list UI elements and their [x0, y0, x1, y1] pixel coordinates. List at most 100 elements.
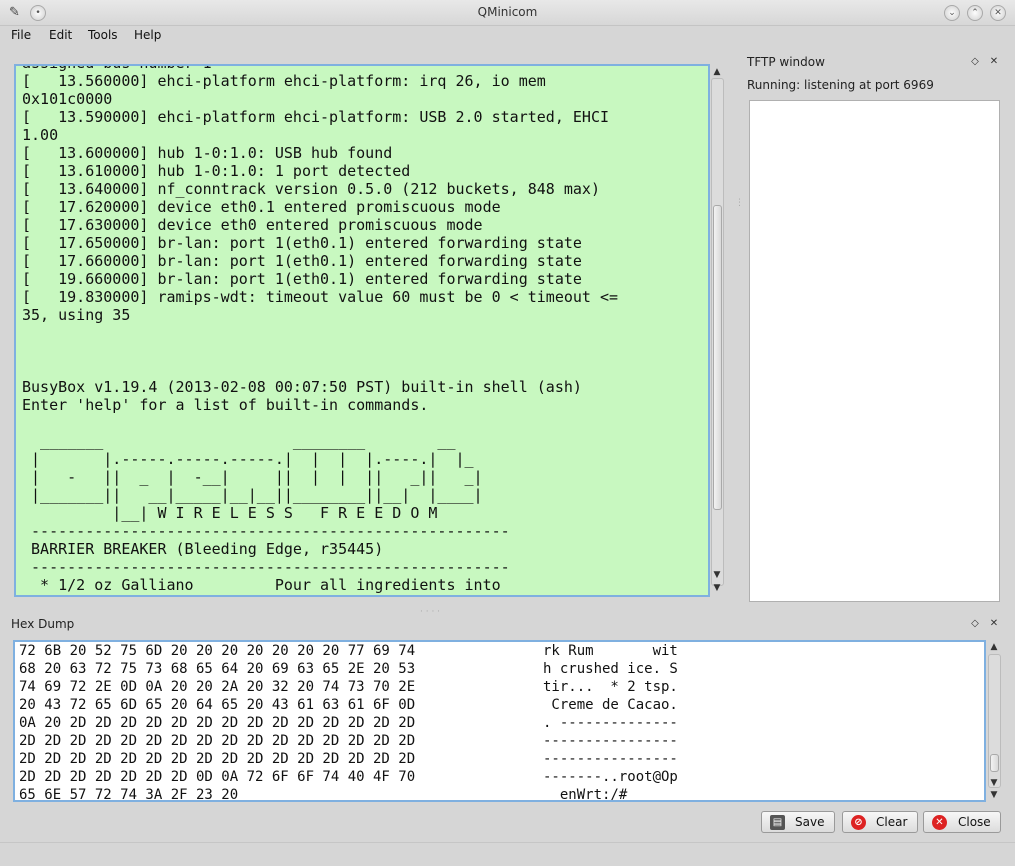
hex-ascii: h crushed ice. S	[543, 661, 678, 677]
save-button-label: Save	[795, 815, 825, 829]
hex-row: 2D 2D 2D 2D 2D 2D 2D 2D 2D 2D 2D 2D 2D 2…	[19, 732, 678, 750]
status-bar	[0, 842, 1015, 866]
terminal-line: [ 13.640000] nf_conntrack version 0.5.0 …	[22, 180, 600, 198]
terminal-line: [ 19.660000] br-lan: port 1(eth0.1) ente…	[22, 270, 582, 288]
scroll-down-icon[interactable]: ▼	[987, 789, 1001, 801]
terminal-line: ----------------------------------------…	[22, 558, 510, 576]
hex-dump-title: Hex Dump	[11, 617, 75, 631]
terminal-line: [ 19.830000] ramips-wdt: timeout value 6…	[22, 288, 619, 306]
hex-ascii: ----------------	[543, 751, 678, 767]
terminal-line: * 1/2 oz Galliano Pour all ingredients i…	[22, 576, 501, 594]
terminal-scrollbar[interactable]	[711, 78, 724, 586]
terminal-output[interactable]: assigned bus number 1[ 13.560000] ehci-p…	[22, 66, 708, 594]
hex-ascii: enWrt:/#	[543, 787, 628, 802]
hex-bytes: 74 69 72 2E 0D 0A 20 20 2A 20 32 20 74 7…	[19, 679, 416, 695]
scroll-down-icon[interactable]: ▼	[987, 777, 1001, 789]
terminal-line: BusyBox v1.19.4 (2013-02-08 00:07:50 PST…	[22, 378, 582, 396]
hex-row: 2D 2D 2D 2D 2D 2D 2D 2D 2D 2D 2D 2D 2D 2…	[19, 750, 678, 768]
hex-row: 2D 2D 2D 2D 2D 2D 2D 0D 0A 72 6F 6F 74 4…	[19, 768, 678, 786]
terminal-line: 1.00	[22, 126, 59, 144]
terminal-line: ----------------------------------------…	[22, 522, 510, 540]
terminal-line: 35, using 35	[22, 306, 131, 324]
hex-bytes: 68 20 63 72 75 73 68 65 64 20 69 63 65 2…	[19, 661, 416, 677]
scroll-down-icon[interactable]: ▼	[710, 569, 724, 581]
scroll-up-icon[interactable]: ▲	[710, 66, 724, 78]
close-button[interactable]: ✕ Close	[923, 811, 1001, 833]
hex-row: 68 20 63 72 75 73 68 65 64 20 69 63 65 2…	[19, 660, 678, 678]
float-icon[interactable]: ◇	[969, 56, 981, 68]
hex-ascii: rk Rum wit	[543, 643, 678, 659]
terminal-line: Enter 'help' for a list of built-in comm…	[22, 396, 429, 414]
hex-ascii: ----------------	[543, 733, 678, 749]
hex-bytes: 2D 2D 2D 2D 2D 2D 2D 0D 0A 72 6F 6F 74 4…	[19, 769, 416, 785]
tftp-log-area[interactable]	[749, 100, 1000, 602]
hex-dump-panel[interactable]: 72 6B 20 52 75 6D 20 20 20 20 20 20 20 7…	[13, 640, 986, 802]
menu-file[interactable]: File	[11, 28, 31, 42]
hex-bytes: 72 6B 20 52 75 6D 20 20 20 20 20 20 20 7…	[19, 643, 416, 659]
terminal-line: _______ ________ __	[22, 432, 456, 450]
scroll-up-icon[interactable]: ▲	[987, 641, 1001, 653]
hex-row: 0A 20 2D 2D 2D 2D 2D 2D 2D 2D 2D 2D 2D 2…	[19, 714, 678, 732]
terminal-line: | - || _ | -__| || | | || _|| _|	[22, 468, 483, 486]
terminal-line: [ 17.620000] device eth0.1 entered promi…	[22, 198, 501, 216]
hex-row: 65 6E 57 72 74 3A 2F 23 20 enWrt:/#	[19, 786, 678, 802]
floppy-disk-icon: ▤	[770, 815, 785, 830]
hex-ascii: Creme de Cacao.	[543, 697, 678, 713]
terminal-line: [ 13.610000] hub 1-0:1.0: 1 port detecte…	[22, 162, 411, 180]
close-icon[interactable]: ✕	[990, 5, 1006, 21]
terminal-line: BARRIER BREAKER (Bleeding Edge, r35445)	[22, 540, 384, 558]
terminal-panel[interactable]: assigned bus number 1[ 13.560000] ehci-p…	[14, 64, 710, 597]
save-button[interactable]: ▤ Save	[761, 811, 835, 833]
hex-scrollbar-thumb[interactable]	[990, 754, 999, 772]
hex-bytes: 2D 2D 2D 2D 2D 2D 2D 2D 2D 2D 2D 2D 2D 2…	[19, 751, 416, 767]
terminal-line: [ 17.660000] br-lan: port 1(eth0.1) ente…	[22, 252, 582, 270]
terminal-line: |_______|| __|_____|__|__||________||__|…	[22, 486, 483, 504]
close-icon[interactable]: ✕	[988, 618, 1000, 630]
menu-bar: File Edit Tools Help	[0, 26, 1015, 46]
hex-ascii: tir... * 2 tsp.	[543, 679, 678, 695]
hex-bytes: 2D 2D 2D 2D 2D 2D 2D 2D 2D 2D 2D 2D 2D 2…	[19, 733, 416, 749]
tftp-dock: TFTP window ◇ ✕ Running: listening at po…	[742, 52, 1007, 608]
hex-row: 20 43 72 65 6D 65 20 64 65 20 43 61 63 6…	[19, 696, 678, 714]
terminal-scrollbar-thumb[interactable]	[713, 205, 722, 510]
hex-dump-lines: 72 6B 20 52 75 6D 20 20 20 20 20 20 20 7…	[19, 642, 678, 802]
scroll-down-icon[interactable]: ▼	[710, 582, 724, 594]
title-bar: ✎ • QMinicom ⌄ ⌃ ✕	[0, 0, 1015, 26]
terminal-line: [ 13.590000] ehci-platform ehci-platform…	[22, 108, 609, 126]
hex-bytes: 0A 20 2D 2D 2D 2D 2D 2D 2D 2D 2D 2D 2D 2…	[19, 715, 416, 731]
terminal-line: 0x101c0000	[22, 90, 113, 108]
menu-help[interactable]: Help	[134, 28, 161, 42]
clear-button-label: Clear	[876, 815, 908, 829]
window-title: QMinicom	[477, 5, 538, 19]
menu-tools[interactable]: Tools	[88, 28, 118, 42]
float-icon[interactable]: ◇	[969, 618, 981, 630]
terminal-line: [ 13.600000] hub 1-0:1.0: USB hub found	[22, 144, 393, 162]
terminal-line: | |.-----.-----.-----.| | | |.----.| |_	[22, 450, 474, 468]
terminal-line: [ 13.560000] ehci-platform ehci-platform…	[22, 72, 546, 90]
hex-ascii: . --------------	[543, 715, 678, 731]
close-icon[interactable]: ✕	[988, 56, 1000, 68]
clear-button[interactable]: ⊘ Clear	[842, 811, 918, 833]
maximize-icon[interactable]: ⌃	[967, 5, 983, 21]
hex-row: 72 6B 20 52 75 6D 20 20 20 20 20 20 20 7…	[19, 642, 678, 660]
hex-row: 74 69 72 2E 0D 0A 20 20 2A 20 32 20 74 7…	[19, 678, 678, 696]
hex-ascii: -------..root@Op	[543, 769, 678, 785]
tftp-status-label: Running: listening at port 6969	[747, 78, 934, 92]
close-icon: ✕	[932, 815, 947, 830]
terminal-line: [ 17.630000] device eth0 entered promisc…	[22, 216, 483, 234]
terminal-line: [ 17.650000] br-lan: port 1(eth0.1) ente…	[22, 234, 582, 252]
terminal-line: assigned bus number 1	[22, 66, 708, 72]
minimize-icon[interactable]: ⌄	[944, 5, 960, 21]
terminal-line: |__| W I R E L E S S F R E E D O M	[22, 504, 438, 522]
hex-scrollbar[interactable]	[988, 654, 1001, 788]
hex-bytes: 20 43 72 65 6D 65 20 64 65 20 43 61 63 6…	[19, 697, 416, 713]
close-button-label: Close	[958, 815, 991, 829]
hex-bytes: 65 6E 57 72 74 3A 2F 23 20	[19, 787, 239, 802]
tftp-dock-title: TFTP window	[747, 55, 825, 69]
menu-edit[interactable]: Edit	[49, 28, 72, 42]
splitter-handle-horizontal[interactable]: · · · ·	[420, 608, 440, 617]
